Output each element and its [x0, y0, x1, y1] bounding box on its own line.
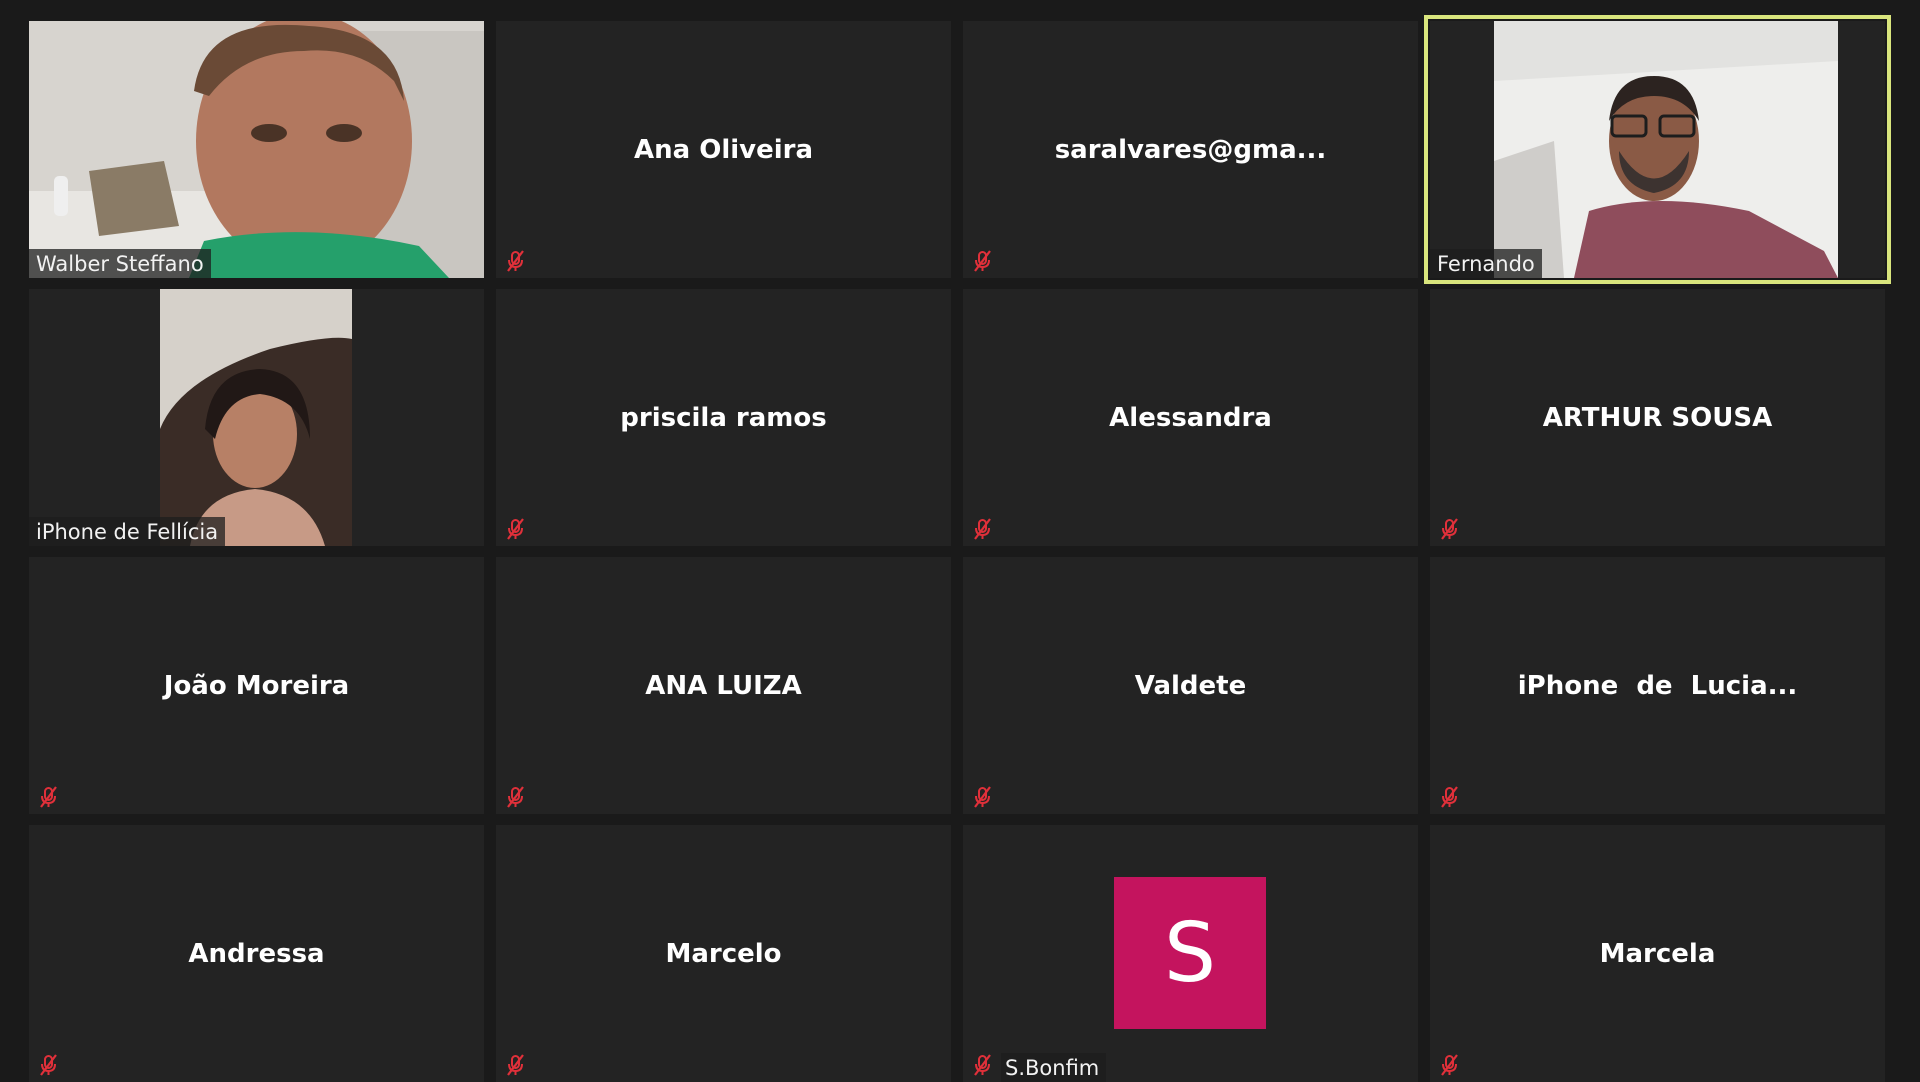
- participant-tile-marcela[interactable]: Marcela: [1430, 825, 1885, 1082]
- participant-tile-ana-luiza[interactable]: ANA LUIZA: [496, 557, 951, 814]
- participant-tile-andressa[interactable]: Andressa: [29, 825, 484, 1082]
- participant-tile-iphone-felicia[interactable]: iPhone de Fellícia: [29, 289, 484, 546]
- participant-name-label: Fernando: [1430, 249, 1542, 278]
- video-feed-image: [1494, 21, 1838, 278]
- microphone-muted-icon: [501, 1051, 529, 1079]
- participant-name: Alessandra: [1109, 402, 1272, 433]
- participant-video: [29, 21, 484, 278]
- microphone-muted-icon: [1435, 515, 1463, 543]
- participant-video: [160, 289, 352, 546]
- microphone-muted-icon: [968, 247, 996, 275]
- video-feed-image: [160, 289, 352, 546]
- participant-name: Marcela: [1599, 938, 1716, 969]
- video-feed-image: [29, 21, 484, 278]
- participant-name-label: Walber Steffano: [29, 249, 211, 278]
- participant-name: ANA LUIZA: [645, 670, 802, 701]
- participant-tile-marcelo[interactable]: Marcelo: [496, 825, 951, 1082]
- participant-video: [1494, 21, 1838, 278]
- microphone-muted-icon: [1435, 783, 1463, 811]
- participant-name: Ana Oliveira: [633, 134, 814, 165]
- microphone-muted-icon: [501, 247, 529, 275]
- participant-tile-ana-oliveira[interactable]: Ana Oliveira: [496, 21, 951, 278]
- microphone-muted-icon: [968, 783, 996, 811]
- microphone-muted-icon: [501, 515, 529, 543]
- participant-name: saralvares@gma...: [1054, 134, 1327, 165]
- participant-tile-walber[interactable]: Walber Steffano: [29, 21, 484, 278]
- participant-tile-arthur-sousa[interactable]: ARTHUR SOUSA: [1430, 289, 1885, 546]
- participant-name: João Moreira: [163, 670, 350, 701]
- participant-name: priscila ramos: [620, 402, 827, 433]
- participant-name-label: S.Bonfim: [1001, 1053, 1107, 1082]
- microphone-muted-icon: [1435, 1051, 1463, 1079]
- participant-tile-iphone-lucia[interactable]: iPhone de Lucia...: [1430, 557, 1885, 814]
- participant-name: Valdete: [1134, 670, 1247, 701]
- participant-tile-valdete[interactable]: Valdete: [963, 557, 1418, 814]
- microphone-muted-icon: [34, 783, 62, 811]
- participant-name: iPhone de Lucia...: [1517, 670, 1798, 701]
- participant-tile-saralvares[interactable]: saralvares@gma...: [963, 21, 1418, 278]
- participant-tile-s-bonfim[interactable]: S S.Bonfim: [963, 825, 1418, 1082]
- microphone-muted-icon: [501, 783, 529, 811]
- participant-tile-joao-moreira[interactable]: João Moreira: [29, 557, 484, 814]
- microphone-muted-icon: [968, 1051, 996, 1079]
- participant-tile-fernando[interactable]: Fernando: [1424, 15, 1891, 284]
- participant-name: Marcelo: [665, 938, 782, 969]
- avatar: S: [1114, 877, 1266, 1029]
- gallery-grid: Walber Steffano Ana Oliveira saralvares@…: [29, 15, 1891, 1082]
- participant-name: ARTHUR SOUSA: [1542, 402, 1773, 433]
- participant-tile-alessandra[interactable]: Alessandra: [963, 289, 1418, 546]
- participant-name: Andressa: [188, 938, 325, 969]
- participant-name-label: iPhone de Fellícia: [29, 517, 226, 546]
- microphone-muted-icon: [968, 515, 996, 543]
- microphone-muted-icon: [34, 1051, 62, 1079]
- participant-tile-priscila-ramos[interactable]: priscila ramos: [496, 289, 951, 546]
